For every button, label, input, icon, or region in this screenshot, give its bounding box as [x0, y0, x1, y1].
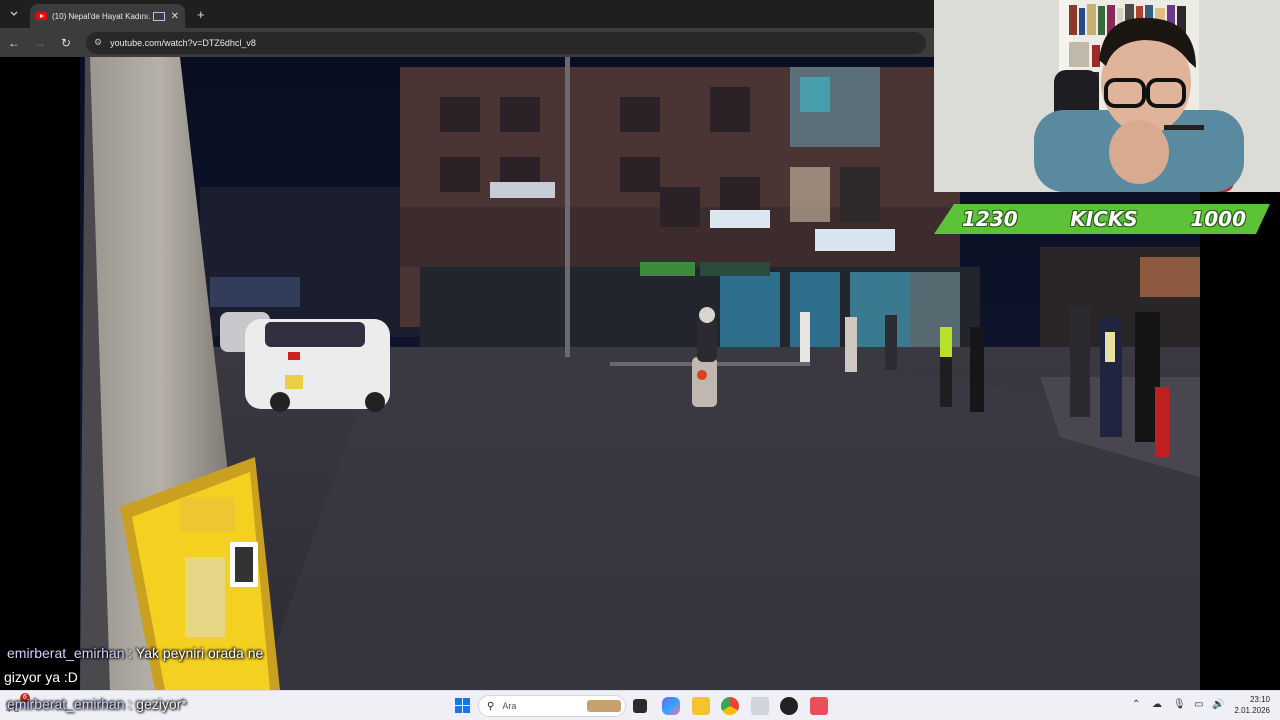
webcam-overlay — [934, 0, 1280, 192]
site-info-icon[interactable]: ⚙ — [94, 37, 102, 48]
task-view-icon[interactable] — [633, 699, 647, 713]
browser-toolbar: ← → ↻ ⚙ youtube.com/watch?v=DTZ6dhcl_v8 — [0, 28, 934, 57]
streamer-camera — [934, 0, 1280, 192]
chevron-up-icon[interactable]: ⌃ — [1132, 699, 1140, 710]
windows-taskbar: 4°C 6 ⚲ Ara ⌃ ☁ 🎙 ▭ 🔊 23:10 2.01.2026 — [0, 690, 1280, 720]
kicks-label: KICKS — [1070, 207, 1138, 231]
kicks-current-count: 1230 — [962, 207, 1018, 231]
back-arrow-icon[interactable]: ← — [2, 36, 26, 50]
new-tab-plus-icon[interactable]: + — [197, 7, 205, 22]
url-text: youtube.com/watch?v=DTZ6dhcl_v8 — [110, 37, 256, 48]
streaming-app-icon[interactable] — [810, 697, 828, 715]
clock-time: 23:10 — [1249, 695, 1270, 704]
youtube-favicon-icon — [36, 12, 47, 20]
chat-text: : Yak peyniri orada ne — [128, 645, 264, 661]
forward-arrow-icon[interactable]: → — [28, 36, 52, 50]
chat-text: gizyor ya :D — [4, 669, 78, 685]
chat-text: : geziyor* — [128, 696, 187, 712]
tab-search-chevron-icon[interactable] — [3, 3, 25, 25]
volume-icon[interactable]: 🔊 — [1212, 699, 1224, 710]
tab-close-icon[interactable]: ✕ — [171, 11, 179, 22]
chrome-icon[interactable] — [721, 697, 739, 715]
reload-icon[interactable]: ↻ — [54, 36, 78, 50]
cloud-icon[interactable]: ☁ — [1152, 699, 1162, 710]
taskbar-search-box[interactable]: ⚲ Ara — [478, 695, 626, 717]
tab-media-icon — [152, 11, 165, 21]
obs-icon[interactable] — [780, 697, 798, 715]
chat-username: emirberat_emirhan — [7, 696, 125, 712]
tab-title: (10) Nepal'de Hayat Kadını... — [52, 11, 150, 21]
search-icon: ⚲ — [487, 700, 495, 712]
clock-date: 2.01.2026 — [1234, 706, 1270, 715]
network-icon[interactable]: ▭ — [1194, 699, 1203, 710]
microphone-icon[interactable]: 🎙 — [1173, 699, 1186, 710]
address-bar[interactable]: ⚙ youtube.com/watch?v=DTZ6dhcl_v8 — [86, 31, 926, 54]
chat-message: emirberat_emirhan : geziyor* — [7, 696, 187, 712]
kicks-counter-bar: 1230 KICKS 1000 — [934, 204, 1270, 234]
copilot-icon[interactable] — [662, 697, 680, 715]
search-placeholder: Ara — [502, 701, 517, 711]
search-highlight-image — [587, 700, 621, 712]
windows-start-icon[interactable] — [455, 698, 471, 714]
kicks-goal-count: 1000 — [1190, 207, 1246, 231]
chat-message-continued: gizyor ya :D — [4, 669, 78, 685]
chat-message: emirberat_emirhan : Yak peyniri orada ne — [7, 645, 263, 661]
chat-username: emirberat_emirhan — [7, 645, 125, 661]
system-clock[interactable]: 23:10 2.01.2026 — [1234, 694, 1270, 716]
snipping-tool-icon[interactable] — [751, 697, 769, 715]
file-explorer-icon[interactable] — [692, 697, 710, 715]
tab-youtube[interactable]: (10) Nepal'de Hayat Kadını... ✕ — [30, 4, 185, 28]
browser-tab-bar: (10) Nepal'de Hayat Kadını... ✕ + — [0, 0, 934, 28]
